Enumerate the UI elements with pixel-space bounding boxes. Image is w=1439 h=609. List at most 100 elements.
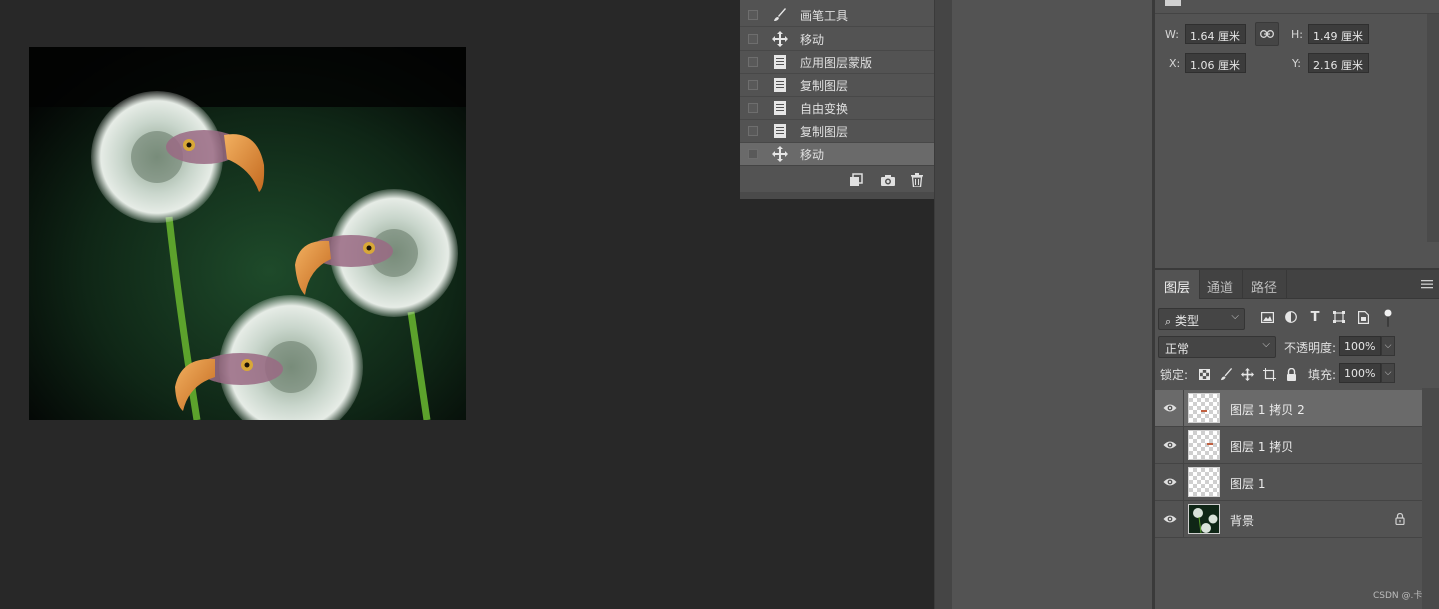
panel-menu-icon[interactable] <box>1421 278 1435 290</box>
move-icon <box>772 31 788 47</box>
history-snapshot-checkbox[interactable] <box>748 80 758 90</box>
history-item-label: 移动 <box>800 32 825 47</box>
layers-tab-bar: 图层 通道 路径 <box>1155 270 1439 299</box>
width-label: W: <box>1165 28 1179 41</box>
x-label: X: <box>1169 57 1181 70</box>
opacity-field[interactable]: 100% <box>1339 336 1381 356</box>
background-thumbnail-image <box>1189 505 1219 534</box>
tab-paths[interactable]: 路径 <box>1242 270 1288 299</box>
new-document-from-state-icon[interactable] <box>848 172 864 188</box>
properties-scrollbar[interactable] <box>1427 14 1439 242</box>
layer-row-background[interactable]: 背景 <box>1155 501 1422 538</box>
properties-header <box>1155 0 1439 14</box>
watermark-text: CSDN @.卡 <box>1373 591 1423 601</box>
thumbnail-content <box>1201 410 1207 412</box>
lock-image-pixels-icon[interactable] <box>1219 367 1233 381</box>
y-field[interactable]: 2.16 厘米 <box>1308 53 1369 73</box>
history-snapshot-checkbox[interactable] <box>748 10 758 20</box>
history-item-selected[interactable]: 移动 <box>740 143 936 166</box>
history-item[interactable]: 复制图层 <box>740 120 936 143</box>
layers-scrollbar[interactable] <box>1422 388 1439 609</box>
history-item-label: 应用图层蒙版 <box>800 55 873 70</box>
shape-filter-icon[interactable] <box>1332 310 1346 324</box>
link-dimensions-button[interactable] <box>1255 22 1279 46</box>
history-item[interactable]: 复制图层 <box>740 74 936 97</box>
history-snapshot-checkbox[interactable] <box>748 149 758 159</box>
history-snapshot-checkbox[interactable] <box>748 34 758 44</box>
fill-chevron-down-icon[interactable]: ⌵ <box>1381 363 1395 383</box>
height-field[interactable]: 1.49 厘米 <box>1308 24 1369 44</box>
blend-mode-value: 正常 <box>1165 342 1190 356</box>
layer-row-selected[interactable]: 图层 1 拷贝 2 <box>1155 390 1422 427</box>
history-item[interactable]: 自由变换 <box>740 97 936 120</box>
camera-icon[interactable] <box>880 172 896 188</box>
document-icon <box>772 123 788 139</box>
document-icon <box>772 54 788 70</box>
layer-thumbnail[interactable] <box>1188 430 1220 460</box>
history-snapshot-checkbox[interactable] <box>748 126 758 136</box>
x-field[interactable]: 1.06 厘米 <box>1185 53 1246 73</box>
width-field[interactable]: 1.64 厘米 <box>1185 24 1246 44</box>
canvas-scrollbar[interactable] <box>934 0 952 609</box>
eye-icon[interactable] <box>1163 439 1177 451</box>
lock-icon[interactable] <box>1395 512 1407 526</box>
lock-all-icon[interactable] <box>1284 367 1298 381</box>
layer-thumbnail[interactable] <box>1188 467 1220 497</box>
panel-resize-handle[interactable] <box>740 192 952 199</box>
history-item[interactable]: 移动 <box>740 28 936 51</box>
history-item[interactable]: 应用图层蒙版 <box>740 51 936 74</box>
pixel-layer-icon <box>1165 0 1181 6</box>
adjustment-filter-icon[interactable] <box>1284 310 1298 324</box>
lock-position-icon[interactable] <box>1240 367 1254 381</box>
fill-field[interactable]: 100% <box>1339 363 1381 383</box>
layer-name[interactable]: 图层 1 拷贝 <box>1230 438 1293 455</box>
lock-label: 锁定: <box>1160 368 1189 382</box>
pixel-filter-icon[interactable] <box>1260 310 1274 324</box>
filter-toggle-icon[interactable] <box>1384 309 1392 327</box>
blend-mode-dropdown[interactable]: 正常 ⌵ <box>1158 336 1276 358</box>
lock-artboard-icon[interactable] <box>1262 367 1276 381</box>
eagle-dandelion-composite-image <box>29 47 466 420</box>
tab-layers[interactable]: 图层 <box>1155 270 1201 299</box>
eye-icon[interactable] <box>1163 476 1177 488</box>
eye-icon[interactable] <box>1163 402 1177 414</box>
layer-filter-dropdown[interactable]: ⌕ 类型 ⌵ <box>1158 308 1245 330</box>
opacity-chevron-down-icon[interactable]: ⌵ <box>1381 336 1395 356</box>
properties-panel: W: 1.64 厘米 H: 1.49 厘米 X: 1.06 厘米 Y: 2.16… <box>1155 0 1439 268</box>
height-label: H: <box>1291 28 1303 41</box>
layer-row[interactable]: 图层 1 拷贝 <box>1155 427 1422 464</box>
layer-name[interactable]: 背景 <box>1230 512 1254 529</box>
history-snapshot-checkbox[interactable] <box>748 57 758 67</box>
thumbnail-content <box>1207 443 1213 445</box>
chevron-down-icon: ⌵ <box>1231 311 1239 322</box>
history-panel: 画笔工具 移动 应用图层蒙版 复制图层 自由变换 复制图层 移动 <box>740 0 952 199</box>
search-icon: ⌕ <box>1165 315 1172 328</box>
history-item[interactable]: 画笔工具 <box>740 4 936 27</box>
eye-icon[interactable] <box>1163 513 1177 525</box>
filter-type-label: 类型 <box>1175 314 1200 328</box>
fill-label: 填充: <box>1308 368 1337 382</box>
layer-name[interactable]: 图层 1 拷贝 2 <box>1230 401 1305 418</box>
lock-transparent-pixels-icon[interactable] <box>1197 367 1211 381</box>
type-filter-icon[interactable]: T <box>1308 310 1322 325</box>
history-item-label: 复制图层 <box>800 124 849 139</box>
brush-icon <box>772 7 788 23</box>
layer-name[interactable]: 图层 1 <box>1230 475 1265 492</box>
layer-divider <box>1183 390 1184 427</box>
document-image[interactable] <box>29 47 466 420</box>
history-footer <box>740 165 952 192</box>
document-icon <box>772 77 788 93</box>
layer-divider <box>1183 464 1184 501</box>
tab-channels[interactable]: 通道 <box>1198 270 1244 299</box>
trash-icon[interactable] <box>909 172 925 188</box>
history-item-label: 复制图层 <box>800 78 849 93</box>
layer-thumbnail[interactable] <box>1188 393 1220 423</box>
history-item-label: 自由变换 <box>800 101 849 116</box>
background-layer-thumbnail[interactable] <box>1188 504 1220 534</box>
layers-panel: 图层 通道 路径 ⌕ 类型 ⌵ T 正常 ⌵ 不透明度: 100% ⌵ 锁定: <box>1155 268 1439 609</box>
layer-divider <box>1183 427 1184 464</box>
smart-object-filter-icon[interactable] <box>1356 310 1370 324</box>
layer-row[interactable]: 图层 1 <box>1155 464 1422 501</box>
document-icon <box>772 100 788 116</box>
history-snapshot-checkbox[interactable] <box>748 103 758 113</box>
